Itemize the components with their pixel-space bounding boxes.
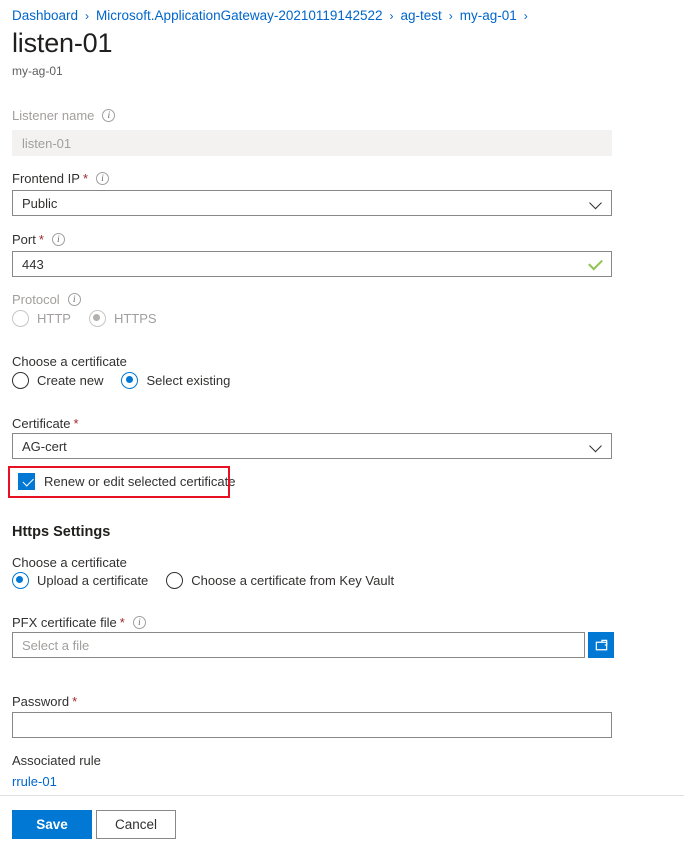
pfx-file-label: PFX certificate file * i bbox=[12, 614, 146, 631]
info-icon[interactable]: i bbox=[52, 233, 65, 246]
choose-certificate-radio-group: Create new Select existing bbox=[12, 372, 248, 389]
info-icon[interactable]: i bbox=[68, 293, 81, 306]
associated-rule-label: Associated rule bbox=[12, 752, 101, 769]
protocol-option-http-label: HTTP bbox=[37, 311, 71, 326]
info-icon[interactable]: i bbox=[96, 172, 109, 185]
protocol-label: Protocol i bbox=[12, 291, 81, 308]
https-option-key-vault[interactable]: Choose a certificate from Key Vault bbox=[166, 572, 394, 589]
frontend-ip-label-text: Frontend IP bbox=[12, 170, 80, 187]
pfx-file-label-text: PFX certificate file bbox=[12, 614, 117, 631]
breadcrumb-item-gateway[interactable]: my-ag-01 bbox=[460, 7, 517, 25]
choose-certificate-label: Choose a certificate bbox=[12, 353, 127, 370]
https-choose-certificate-label-text: Choose a certificate bbox=[12, 554, 127, 571]
chevron-down-icon bbox=[591, 198, 602, 209]
associated-rule-link[interactable]: rrule-01 bbox=[12, 774, 57, 789]
protocol-option-https-label: HTTPS bbox=[114, 311, 157, 326]
radio-unchecked-icon bbox=[12, 372, 29, 389]
breadcrumb: Dashboard › Microsoft.ApplicationGateway… bbox=[12, 7, 535, 25]
footer-divider bbox=[0, 795, 684, 796]
radio-checked-icon bbox=[89, 310, 106, 327]
required-asterisk: * bbox=[72, 693, 77, 710]
password-label: Password * bbox=[12, 693, 77, 710]
port-label-text: Port bbox=[12, 231, 36, 248]
breadcrumb-item-dashboard[interactable]: Dashboard bbox=[12, 7, 78, 25]
certificate-label: Certificate * bbox=[12, 415, 79, 432]
folder-browse-icon bbox=[594, 638, 609, 653]
password-input[interactable] bbox=[12, 712, 612, 738]
protocol-label-text: Protocol bbox=[12, 291, 60, 308]
pfx-file-input[interactable]: Select a file bbox=[12, 632, 585, 658]
https-choose-certificate-label: Choose a certificate bbox=[12, 554, 127, 571]
https-settings-heading: Https Settings bbox=[12, 524, 110, 540]
breadcrumb-item-resource-group[interactable]: ag-test bbox=[400, 7, 441, 25]
breadcrumb-separator-icon: › bbox=[85, 7, 89, 25]
pfx-file-placeholder: Select a file bbox=[22, 638, 89, 653]
protocol-radio-group: HTTP HTTPS bbox=[12, 310, 175, 327]
https-certificate-radio-group: Upload a certificate Choose a certificat… bbox=[12, 572, 412, 589]
certificate-label-text: Certificate bbox=[12, 415, 71, 432]
breadcrumb-separator-icon: › bbox=[449, 7, 453, 25]
certificate-option-select-existing[interactable]: Select existing bbox=[121, 372, 230, 389]
pfx-file-browse-button[interactable] bbox=[588, 632, 614, 658]
listener-name-input: listen-01 bbox=[12, 130, 612, 156]
radio-unchecked-icon bbox=[166, 572, 183, 589]
info-icon[interactable]: i bbox=[133, 616, 146, 629]
valid-checkmark-icon bbox=[589, 259, 602, 268]
required-asterisk: * bbox=[83, 170, 88, 187]
choose-certificate-label-text: Choose a certificate bbox=[12, 353, 127, 370]
renew-certificate-label: Renew or edit selected certificate bbox=[44, 474, 235, 489]
radio-checked-icon bbox=[12, 572, 29, 589]
required-asterisk: * bbox=[120, 614, 125, 631]
certificate-option-create-new-label: Create new bbox=[37, 373, 103, 388]
cancel-button[interactable]: Cancel bbox=[96, 810, 176, 839]
listener-name-label: Listener name i bbox=[12, 107, 115, 124]
port-label: Port * i bbox=[12, 231, 65, 248]
required-asterisk: * bbox=[39, 231, 44, 248]
frontend-ip-select[interactable]: Public bbox=[12, 190, 612, 216]
certificate-option-select-existing-label: Select existing bbox=[146, 373, 230, 388]
radio-checked-icon bbox=[121, 372, 138, 389]
breadcrumb-separator-icon: › bbox=[524, 7, 528, 25]
frontend-ip-value: Public bbox=[22, 196, 57, 211]
renew-certificate-checkbox[interactable]: Renew or edit selected certificate bbox=[12, 468, 243, 495]
port-value: 443 bbox=[22, 257, 44, 272]
listener-name-value: listen-01 bbox=[22, 136, 71, 151]
https-option-key-vault-label: Choose a certificate from Key Vault bbox=[191, 573, 394, 588]
page-subtitle: my-ag-01 bbox=[12, 64, 63, 78]
frontend-ip-label: Frontend IP * i bbox=[12, 170, 109, 187]
listener-edit-page: Dashboard › Microsoft.ApplicationGateway… bbox=[0, 0, 684, 848]
protocol-option-http: HTTP bbox=[12, 310, 71, 327]
certificate-option-create-new[interactable]: Create new bbox=[12, 372, 103, 389]
https-option-upload-certificate-label: Upload a certificate bbox=[37, 573, 148, 588]
page-title: listen-01 bbox=[12, 28, 112, 59]
chevron-down-icon bbox=[591, 441, 602, 452]
https-option-upload-certificate[interactable]: Upload a certificate bbox=[12, 572, 148, 589]
save-button[interactable]: Save bbox=[12, 810, 92, 839]
protocol-option-https: HTTPS bbox=[89, 310, 157, 327]
breadcrumb-separator-icon: › bbox=[389, 7, 393, 25]
breadcrumb-item-deployment[interactable]: Microsoft.ApplicationGateway-20210119142… bbox=[96, 7, 382, 25]
required-asterisk: * bbox=[74, 415, 79, 432]
certificate-select[interactable]: AG-cert bbox=[12, 433, 612, 459]
port-input[interactable]: 443 bbox=[12, 251, 612, 277]
radio-unchecked-icon bbox=[12, 310, 29, 327]
password-label-text: Password bbox=[12, 693, 69, 710]
listener-name-label-text: Listener name bbox=[12, 107, 94, 124]
info-icon[interactable]: i bbox=[102, 109, 115, 122]
associated-rule-label-text: Associated rule bbox=[12, 752, 101, 769]
certificate-value: AG-cert bbox=[22, 439, 67, 454]
checkbox-checked-icon bbox=[18, 473, 35, 490]
